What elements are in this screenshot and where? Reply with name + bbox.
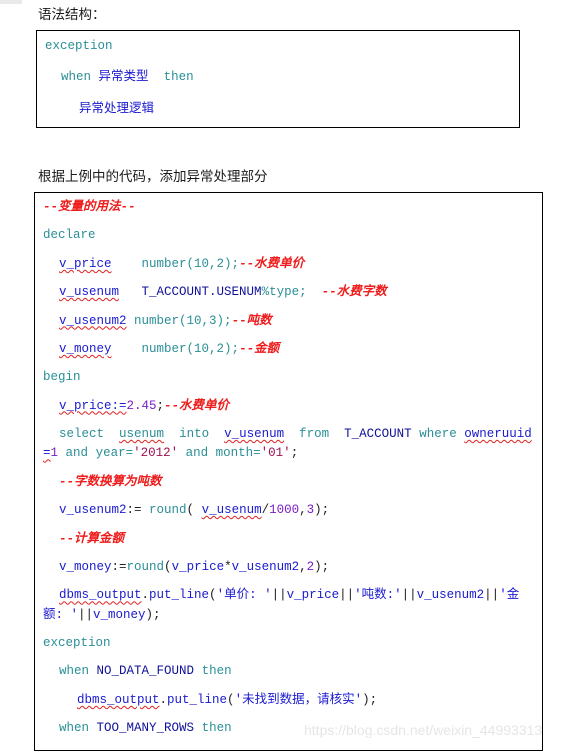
keyword-begin: begin bbox=[43, 370, 81, 385]
code-line-04: v_usenum T_ACCOUNT.USENUM%type; --水费字数 bbox=[43, 283, 538, 302]
page-root: 语法结构： exception when 异常类型 then 异常处理逻辑 根据… bbox=[0, 0, 584, 751]
code-line-18: when TOO_MANY_ROWS then bbox=[43, 719, 538, 738]
code-line-06: v_money number(10,2);--金额 bbox=[43, 340, 538, 359]
type-number-10-3: number(10,3); bbox=[134, 313, 232, 328]
comment-calc-money: --计算金额 bbox=[59, 531, 125, 546]
column-usenum: usenum bbox=[119, 427, 165, 441]
keyword-when-2: when bbox=[59, 721, 90, 736]
code-line-07: begin bbox=[43, 368, 538, 387]
identifier-v-money: v_money bbox=[59, 341, 112, 356]
comment-variable-usage: --变量的用法-- bbox=[43, 200, 136, 214]
identifier-v-price-mul: v_price bbox=[171, 559, 225, 574]
code-line-09: select usenum into v_usenum from T_ACCOU… bbox=[43, 427, 532, 461]
code-line-14: dbms_output.put_line('单价: '||v_price||'吨… bbox=[43, 588, 520, 622]
instruction-paragraph: 根据上例中的代码，添加异常处理部分 bbox=[38, 169, 268, 184]
placeholder-handler-logic: 异常处理逻辑 bbox=[79, 101, 155, 116]
identifier-v-usenum2-mul: v_usenum2 bbox=[231, 559, 300, 574]
example-code-body: --变量的用法-- declare v_price number(10,2);-… bbox=[35, 193, 542, 750]
identifier-v-money-assign: v_money bbox=[59, 559, 112, 574]
assign-v-price: v_price:= bbox=[59, 398, 127, 413]
type-pct-type: %type; bbox=[261, 285, 307, 300]
table-t-account: T_ACCOUNT bbox=[344, 427, 412, 441]
code-line-12: --计算金额 bbox=[43, 530, 538, 549]
code-line-16: when NO_DATA_FOUND then bbox=[43, 662, 538, 681]
syntax-line-exception: exception bbox=[37, 31, 519, 56]
value-price: 2.45 bbox=[126, 398, 157, 413]
keyword-where: where bbox=[419, 427, 457, 441]
identifier-v-usenum2-assign: v_usenum2 bbox=[59, 503, 127, 518]
condition-month: month= bbox=[215, 446, 261, 461]
value-year: '2012' bbox=[133, 446, 179, 461]
value-month: '01' bbox=[260, 446, 291, 461]
function-round-2: round bbox=[126, 559, 165, 574]
code-line-02: declare bbox=[43, 226, 538, 245]
keyword-then: then bbox=[163, 70, 194, 85]
comment-water-price-2: --水费单价 bbox=[164, 398, 230, 413]
intro-paragraph: 语法结构： bbox=[38, 7, 106, 22]
code-line-03: v_price number(10,2);--水费单价 bbox=[43, 255, 538, 274]
code-line-10: --字数换算为吨数 bbox=[43, 473, 538, 492]
identifier-v-usenum-into: v_usenum bbox=[224, 427, 285, 441]
keyword-and-2: and bbox=[185, 446, 209, 461]
page-corner-marker bbox=[0, 0, 22, 4]
keyword-when-1: when bbox=[59, 664, 90, 679]
keyword-from: from bbox=[299, 427, 330, 441]
type-number-10-2b: number(10,2); bbox=[141, 341, 240, 356]
identifier-v-price-cat: v_price bbox=[286, 588, 340, 603]
package-dbms-output-1: dbms_output bbox=[59, 588, 142, 603]
value-precision-3: 3 bbox=[306, 503, 315, 518]
type-t-account-usenum: T_ACCOUNT.USENUM bbox=[141, 285, 262, 300]
function-round-1: round bbox=[149, 503, 187, 518]
type-number-10-2: number(10,2); bbox=[141, 256, 240, 271]
identifier-v-price: v_price bbox=[59, 256, 112, 271]
keyword-and-1: and bbox=[65, 446, 89, 461]
exception-too-many-rows: TOO_MANY_ROWS bbox=[96, 721, 195, 736]
keyword-then-2: then bbox=[201, 721, 232, 736]
value-precision-2: 2 bbox=[306, 559, 315, 574]
keyword-exception: exception bbox=[45, 39, 113, 53]
identifier-v-usenum-div: v_usenum bbox=[201, 503, 262, 518]
syntax-line-handler: 异常处理逻辑 bbox=[37, 88, 519, 119]
identifier-v-usenum2: v_usenum2 bbox=[59, 313, 127, 328]
keyword-then-1: then bbox=[201, 664, 232, 679]
comment-water-price: --水费单价 bbox=[239, 256, 305, 271]
comment-convert-ton: --字数换算为吨数 bbox=[59, 474, 162, 489]
procedure-put-line-1: put_line bbox=[149, 588, 210, 603]
keyword-declare: declare bbox=[43, 228, 96, 243]
value-1000: 1000 bbox=[269, 503, 300, 518]
code-line-15: exception bbox=[43, 634, 538, 653]
code-line-05: v_usenum2 number(10,3);--吨数 bbox=[43, 312, 538, 331]
keyword-select: select bbox=[59, 427, 105, 441]
string-unit-price: '单价: ' bbox=[216, 588, 272, 603]
comment-water-count: --水费字数 bbox=[321, 285, 387, 300]
keyword-into: into bbox=[179, 427, 210, 441]
syntax-structure-code-block: exception when 异常类型 then 异常处理逻辑 bbox=[36, 30, 520, 128]
example-code-block: --变量的用法-- declare v_price number(10,2);-… bbox=[34, 192, 543, 751]
exception-no-data-found: NO_DATA_FOUND bbox=[96, 664, 195, 679]
value-owneruuid: 1 bbox=[50, 446, 59, 461]
identifier-v-money-cat: v_money bbox=[93, 607, 146, 622]
string-not-found: '未找到数据，请核实' bbox=[234, 692, 363, 707]
condition-year: year= bbox=[95, 446, 134, 461]
keyword-exception-2: exception bbox=[43, 636, 111, 650]
syntax-line-when-then: when 异常类型 then bbox=[37, 56, 519, 87]
placeholder-exception-type: 异常类型 bbox=[98, 70, 149, 85]
string-ton-count: '吨数:' bbox=[354, 588, 402, 603]
code-line-13: v_money:=round(v_price*v_usenum2,2); bbox=[59, 559, 330, 574]
code-line-17: dbms_output.put_line('未找到数据，请核实'); bbox=[77, 692, 378, 707]
code-line-11: v_usenum2:= round( v_usenum/1000,3); bbox=[59, 503, 330, 518]
code-line-08: v_price:=2.45;--水费单价 bbox=[59, 398, 230, 413]
identifier-v-usenum: v_usenum bbox=[59, 285, 120, 300]
comment-ton: --吨数 bbox=[231, 313, 272, 328]
package-dbms-output-2: dbms_output bbox=[77, 692, 160, 707]
identifier-v-usenum2-cat: v_usenum2 bbox=[416, 588, 485, 603]
keyword-when: when bbox=[61, 70, 92, 85]
procedure-put-line-2: put_line bbox=[167, 692, 228, 707]
code-line-01: --变量的用法-- bbox=[43, 198, 538, 217]
comment-money: --金额 bbox=[239, 341, 280, 356]
